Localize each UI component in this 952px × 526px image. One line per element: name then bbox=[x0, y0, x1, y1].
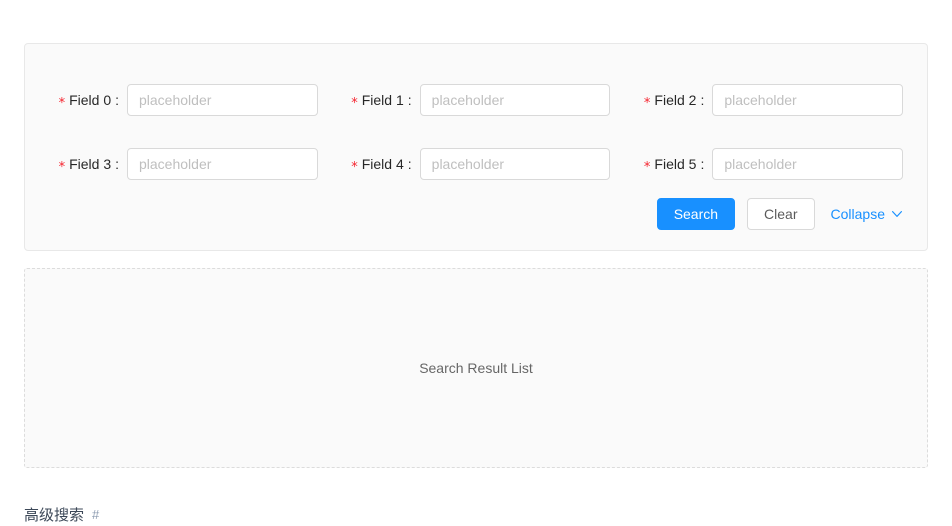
field-3-control bbox=[127, 148, 318, 180]
field-2-input[interactable] bbox=[712, 84, 903, 116]
field-2-label-colon: : bbox=[700, 91, 705, 108]
field-3-label-text: Field 3 bbox=[69, 155, 112, 172]
field-1-label: * Field 1: bbox=[342, 91, 420, 111]
form-item-field-4: * Field 4: bbox=[342, 132, 611, 196]
field-5-label: * Field 5: bbox=[634, 155, 712, 175]
search-button[interactable]: Search bbox=[656, 198, 736, 230]
field-4-label: * Field 4: bbox=[342, 155, 420, 175]
field-1-input[interactable] bbox=[419, 84, 611, 116]
form-item-field-5: * Field 5: bbox=[634, 132, 903, 196]
field-5-label-text: Field 5 bbox=[654, 155, 697, 172]
page-root: *Field 0: *Field 1: *Field 2: bbox=[0, 0, 952, 524]
field-0-label: * Field 0: bbox=[49, 91, 127, 111]
field-0-input[interactable] bbox=[127, 84, 318, 116]
chevron-down-icon bbox=[891, 208, 903, 220]
page-section-heading: 高级搜索 # bbox=[24, 505, 99, 526]
field-0-control bbox=[127, 84, 318, 116]
field-1-label-colon: : bbox=[407, 91, 412, 108]
form-item-field-0: * Field 0: bbox=[49, 68, 318, 132]
clear-button[interactable]: Clear bbox=[747, 198, 815, 230]
search-result-list-placeholder: Search Result List bbox=[24, 268, 928, 468]
field-1-control bbox=[419, 84, 611, 116]
collapse-label: Collapse bbox=[830, 206, 885, 222]
required-marker-icon: * bbox=[58, 95, 66, 111]
search-result-list-text: Search Result List bbox=[419, 360, 533, 376]
required-marker-icon: * bbox=[351, 159, 358, 175]
field-5-control bbox=[712, 148, 903, 180]
form-item-field-1: * Field 1: bbox=[342, 68, 611, 132]
field-0-label-colon: : bbox=[115, 91, 119, 108]
field-2-label-text: Field 2 bbox=[654, 91, 697, 108]
search-fields-grid: *Field 0: *Field 1: *Field 2: bbox=[49, 68, 903, 196]
anchor-link-icon[interactable]: # bbox=[92, 506, 99, 524]
field-0-label-text: Field 0 bbox=[69, 91, 112, 108]
required-marker-icon: * bbox=[643, 95, 651, 111]
collapse-toggle[interactable]: Collapse bbox=[831, 206, 903, 222]
field-3-label-colon: : bbox=[115, 155, 119, 172]
field-5-input[interactable] bbox=[712, 148, 903, 180]
form-item-field-2: * Field 2: bbox=[634, 68, 903, 132]
search-form-card: *Field 0: *Field 1: *Field 2: bbox=[24, 43, 928, 251]
required-marker-icon: * bbox=[351, 95, 358, 111]
field-4-input[interactable] bbox=[419, 148, 611, 180]
field-5-label-colon: : bbox=[700, 155, 705, 172]
field-3-input[interactable] bbox=[127, 148, 318, 180]
field-2-label: * Field 2: bbox=[634, 91, 712, 111]
form-item-field-3: * Field 3: bbox=[49, 132, 318, 196]
required-marker-icon: * bbox=[643, 159, 651, 175]
field-2-control bbox=[712, 84, 903, 116]
form-actions: Search Clear Collapse bbox=[49, 198, 903, 236]
field-3-label: * Field 3: bbox=[49, 155, 127, 175]
field-4-label-colon: : bbox=[407, 155, 412, 172]
field-4-label-text: Field 4 bbox=[361, 155, 404, 172]
page-section-heading-text: 高级搜索 bbox=[24, 507, 85, 524]
required-marker-icon: * bbox=[58, 159, 66, 175]
field-4-control bbox=[419, 148, 611, 180]
field-1-label-text: Field 1 bbox=[361, 91, 404, 108]
